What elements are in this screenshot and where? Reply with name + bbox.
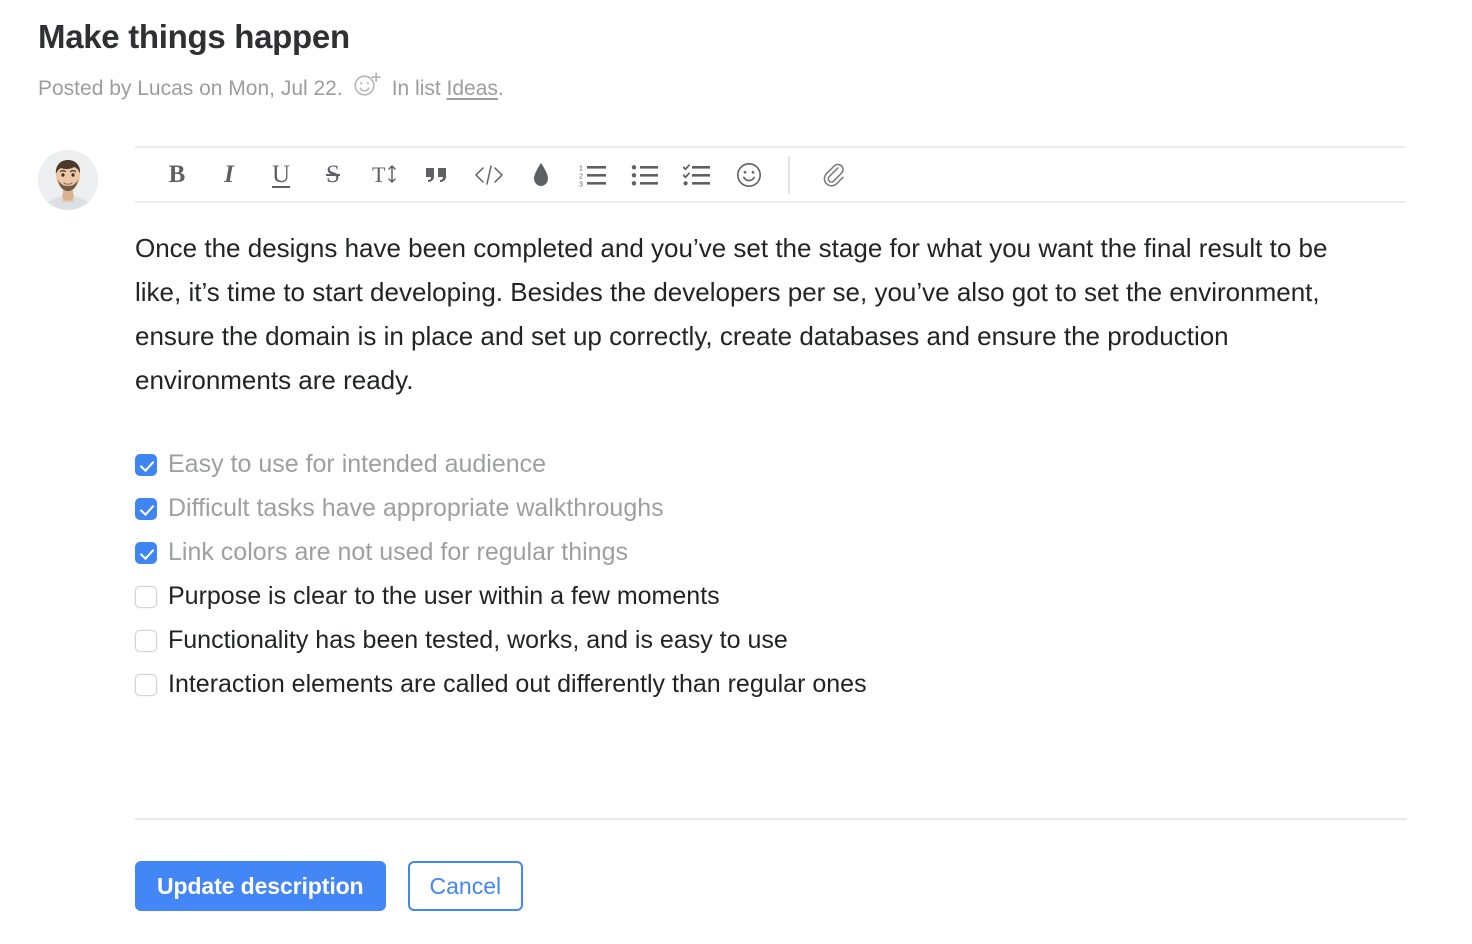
bulleted-list-icon[interactable] [619, 155, 671, 195]
card-meta: Posted by Lucas on Mon, Jul 22. In list … [38, 69, 1418, 102]
checklist-icon[interactable] [671, 155, 723, 195]
underline-glyph: U [271, 161, 291, 188]
svg-text:2: 2 [579, 173, 583, 180]
svg-text:T: T [372, 162, 386, 187]
list-link[interactable]: Ideas [447, 76, 498, 102]
card-header: Make things happen Posted by Lucas on Mo… [38, 16, 1418, 102]
formatting-toolbar: B I U S T 1 2 3 [135, 146, 1406, 203]
checklist-item-label: Difficult tasks have appropriate walkthr… [168, 494, 664, 522]
editor-row: B I U S T 1 2 3 Once the designs have be… [38, 146, 1418, 706]
code-icon[interactable] [463, 155, 515, 195]
checklist-item-label: Interaction elements are called out diff… [168, 670, 867, 698]
emoji-icon[interactable] [723, 155, 775, 195]
checkbox-checked-icon[interactable] [135, 542, 157, 564]
avatar [38, 150, 98, 210]
svg-text:3: 3 [579, 181, 583, 187]
svg-text:1: 1 [579, 165, 583, 172]
footer-divider [135, 818, 1407, 820]
checkbox-checked-icon[interactable] [135, 498, 157, 520]
italic-glyph: I [224, 161, 234, 188]
checklist-item-label: Functionality has been tested, works, an… [168, 626, 788, 654]
checklist-item-label: Purpose is clear to the user within a fe… [168, 582, 720, 610]
text-size-icon[interactable]: T [359, 155, 411, 195]
bold-icon[interactable]: B [151, 155, 203, 195]
smiley-plus-icon[interactable] [353, 71, 383, 97]
underline-icon[interactable]: U [255, 155, 307, 195]
checkbox-unchecked-icon[interactable] [135, 586, 157, 608]
checkbox-unchecked-icon[interactable] [135, 674, 157, 696]
list-item[interactable]: Easy to use for intended audience [135, 442, 1406, 486]
ordered-list-icon[interactable]: 1 2 3 [567, 155, 619, 195]
page-title: Make things happen [38, 18, 350, 55]
checkbox-unchecked-icon[interactable] [135, 630, 157, 652]
list-item[interactable]: Difficult tasks have appropriate walkthr… [135, 486, 1406, 530]
rich-text-editor: B I U S T 1 2 3 Once the designs have be… [135, 146, 1406, 706]
checkbox-checked-icon[interactable] [135, 454, 157, 476]
card-description-editor: Make things happen Posted by Lucas on Mo… [0, 0, 1472, 944]
checklist-item-label: Link colors are not used for regular thi… [168, 538, 628, 566]
posted-by-text: Posted by Lucas on Mon, Jul 22. [38, 77, 343, 100]
strikethrough-glyph: S [326, 161, 340, 188]
toolbar-separator [788, 155, 790, 194]
list-item[interactable]: Functionality has been tested, works, an… [135, 618, 1406, 662]
checklist-item-label: Easy to use for intended audience [168, 450, 547, 478]
checklist: Easy to use for intended audience Diffic… [135, 442, 1406, 706]
list-item[interactable]: Link colors are not used for regular thi… [135, 530, 1406, 574]
meta-period: . [497, 77, 504, 100]
blockquote-icon[interactable] [411, 155, 463, 195]
list-item[interactable]: Interaction elements are called out diff… [135, 662, 1406, 706]
highlight-icon[interactable] [515, 155, 567, 195]
cancel-button[interactable]: Cancel [407, 861, 524, 911]
update-description-button[interactable]: Update description [135, 861, 386, 911]
italic-icon[interactable]: I [203, 155, 255, 195]
list-item[interactable]: Purpose is clear to the user within a fe… [135, 574, 1406, 618]
in-list-text: In list [391, 77, 441, 100]
action-bar: Update description Cancel [135, 861, 524, 911]
description-body[interactable]: Once the designs have been completed and… [135, 226, 1380, 402]
attachment-icon[interactable] [809, 155, 861, 195]
strikethrough-icon[interactable]: S [307, 155, 359, 195]
bold-glyph: B [168, 161, 186, 188]
